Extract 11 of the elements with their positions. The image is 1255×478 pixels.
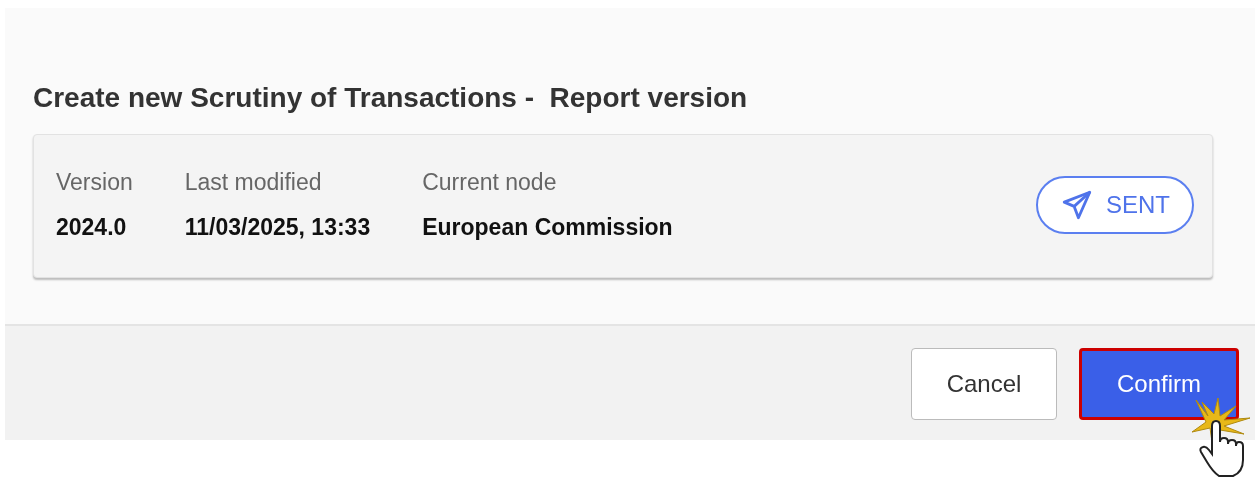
field-label: Version	[56, 169, 133, 196]
field-value: 11/03/2025, 13:33	[184, 214, 371, 241]
field-label: Current node	[422, 169, 558, 196]
field-value: 2024.0	[56, 214, 128, 241]
dialog-title: Create new Scrutiny of Transactions - Report version	[33, 82, 749, 114]
status-label: SENT	[1106, 191, 1170, 219]
paper-plane-icon	[1060, 188, 1094, 222]
field-label: Last modified	[184, 169, 323, 196]
cancel-button[interactable]: Cancel	[911, 348, 1057, 420]
field-value: European Commission	[422, 214, 673, 241]
confirm-button[interactable]: Confirm	[1079, 348, 1239, 420]
